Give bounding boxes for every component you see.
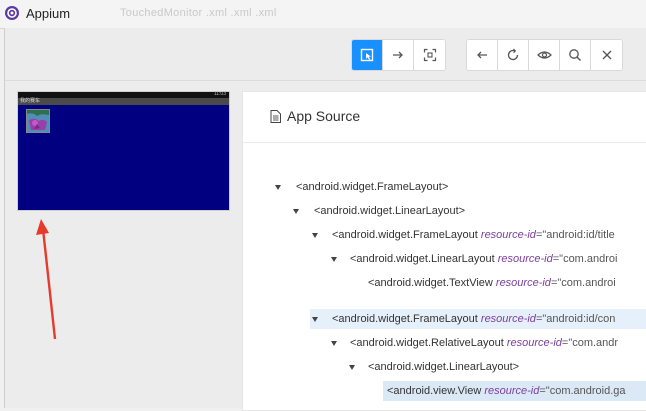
device-screen[interactable] xyxy=(18,105,229,210)
caret-down-icon[interactable] xyxy=(293,209,299,214)
quit-button[interactable] xyxy=(591,40,622,70)
select-element-button[interactable] xyxy=(352,40,383,70)
tree-node[interactable]: <android.widget.LinearLayout> xyxy=(291,201,646,221)
arrow-left-icon xyxy=(477,51,487,59)
app-image-element[interactable] xyxy=(26,109,50,133)
caret-down-icon[interactable] xyxy=(312,233,318,238)
source-header: App Source xyxy=(243,92,646,143)
caret-down-icon[interactable] xyxy=(349,365,355,370)
tree-node-highlighted[interactable]: <android.widget.FrameLayout resource-id=… xyxy=(310,309,646,329)
interaction-mode-group xyxy=(351,39,446,71)
device-title-bar: 我的赛车 xyxy=(18,98,229,105)
caret-down-icon[interactable] xyxy=(275,185,281,190)
refresh-button[interactable] xyxy=(498,40,529,70)
session-actions-group xyxy=(466,39,623,71)
background-window-text: TouchedMonitor .xml .xml .xml xyxy=(120,7,277,19)
tap-coordinates-button[interactable] xyxy=(414,40,445,70)
caret-down-icon[interactable] xyxy=(331,257,337,262)
eye-icon xyxy=(536,51,552,59)
search-button[interactable] xyxy=(560,40,591,70)
tree-node[interactable]: <android.widget.FrameLayout> xyxy=(273,177,646,197)
inspector-main: 11:03 我的赛车 App Source <android.widget.Fr… xyxy=(4,28,646,411)
tree-node[interactable]: <android.widget.LinearLayout> xyxy=(347,357,646,377)
select-element-icon xyxy=(360,48,374,62)
arrow-right-icon xyxy=(393,51,403,59)
refresh-icon xyxy=(507,48,519,61)
close-icon xyxy=(602,50,611,60)
back-button[interactable] xyxy=(467,40,498,70)
caret-down-icon[interactable] xyxy=(312,317,318,322)
caret-down-icon[interactable] xyxy=(331,341,337,346)
crosshair-icon xyxy=(423,48,436,62)
appium-logo-icon xyxy=(5,6,19,20)
device-title-text: 我的赛车 xyxy=(20,98,41,104)
title-bar: Appium TouchedMonitor .xml .xml .xml xyxy=(0,0,646,29)
search-icon xyxy=(569,49,581,61)
device-screenshot[interactable]: 11:03 我的赛车 xyxy=(18,91,229,210)
tree-node-selected[interactable]: <android.view.View resource-id="com.andr… xyxy=(383,381,646,401)
annotation-arrow xyxy=(36,219,57,340)
swipe-button[interactable] xyxy=(383,40,414,70)
document-icon xyxy=(270,110,281,123)
app-source-panel: App Source <android.widget.FrameLayout> … xyxy=(242,91,646,411)
tree-node[interactable]: <android.widget.RelativeLayout resource-… xyxy=(329,333,646,353)
tree-node[interactable]: <android.widget.FrameLayout resource-id=… xyxy=(310,225,646,245)
tree-node[interactable]: <android.widget.TextView resource-id="co… xyxy=(347,273,646,293)
toggle-visibility-button[interactable] xyxy=(529,40,560,70)
screenshot-panel: 11:03 我的赛车 xyxy=(5,81,237,408)
device-status-time: 11:03 xyxy=(213,91,226,97)
window-title: Appium xyxy=(26,6,71,21)
toolbar xyxy=(5,28,646,81)
source-title: App Source xyxy=(287,108,361,124)
tree-node[interactable]: <android.widget.LinearLayout resource-id… xyxy=(329,249,646,269)
